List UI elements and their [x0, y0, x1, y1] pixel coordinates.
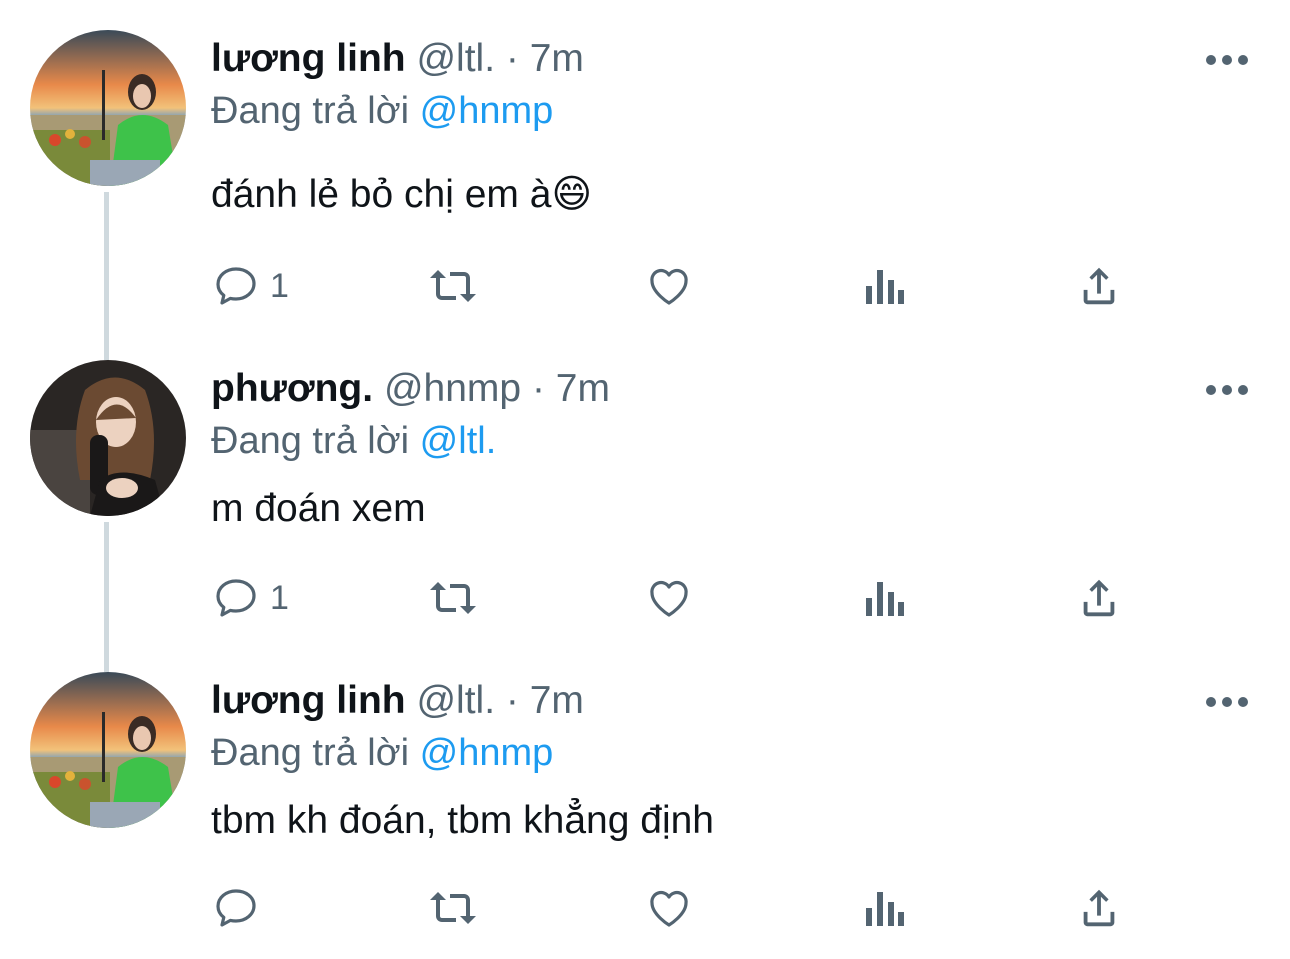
tweet[interactable]: lương linh @ltl. · 7m Đang trả lời @hnmp…	[0, 672, 1290, 959]
retweet-button[interactable]	[426, 568, 480, 628]
share-button[interactable]	[1076, 256, 1122, 316]
tweet-text: đánh lẻ bỏ chị em à😄	[211, 173, 593, 216]
comment-icon	[216, 267, 256, 305]
mention-link[interactable]: @ltl.	[420, 420, 497, 462]
views-button[interactable]	[862, 256, 906, 316]
bar-chart-icon	[866, 892, 904, 926]
heart-icon	[650, 268, 688, 305]
share-icon	[1083, 889, 1115, 927]
retweet-icon	[430, 892, 476, 924]
heart-icon	[650, 890, 688, 927]
views-button[interactable]	[862, 878, 906, 938]
retweet-icon	[430, 582, 476, 614]
share-button[interactable]	[1076, 878, 1122, 938]
comment-icon	[216, 889, 256, 927]
share-icon	[1083, 579, 1115, 617]
like-button[interactable]	[644, 568, 694, 628]
avatar[interactable]	[30, 30, 186, 186]
timestamp[interactable]: 7m	[530, 37, 584, 80]
reply-button[interactable]: 1	[212, 568, 289, 628]
handle[interactable]: @hnmp	[384, 367, 521, 410]
avatar[interactable]	[30, 360, 186, 516]
comment-icon	[216, 579, 256, 617]
replying-to: Đang trả lời @ltl.	[211, 418, 496, 464]
like-button[interactable]	[644, 256, 694, 316]
action-bar	[0, 878, 1290, 938]
mention-link[interactable]: @hnmp	[420, 90, 554, 132]
views-button[interactable]	[862, 568, 906, 628]
tweet-header: lương linh @ltl. · 7m	[211, 36, 584, 82]
like-button[interactable]	[644, 878, 694, 938]
handle[interactable]: @ltl.	[416, 37, 495, 80]
separator: ·	[505, 679, 519, 722]
separator: ·	[531, 367, 545, 410]
replying-to-label: Đang trả lời	[211, 732, 410, 774]
retweet-button[interactable]	[426, 878, 480, 938]
replying-to-label: Đang trả lời	[211, 90, 410, 132]
action-bar: 1	[0, 568, 1290, 628]
heart-icon	[650, 580, 688, 617]
display-name[interactable]: lương linh	[211, 37, 406, 80]
more-icon[interactable]	[1206, 380, 1248, 400]
avatar[interactable]	[30, 672, 186, 828]
action-bar: 1	[0, 256, 1290, 316]
reply-count: 1	[270, 266, 289, 305]
retweet-button[interactable]	[426, 256, 480, 316]
display-name[interactable]: phương.	[211, 367, 373, 410]
display-name[interactable]: lương linh	[211, 679, 406, 722]
timestamp[interactable]: 7m	[530, 679, 584, 722]
more-icon[interactable]	[1206, 692, 1248, 712]
replying-to-label: Đang trả lời	[211, 420, 410, 462]
reply-button[interactable]	[212, 878, 270, 938]
tweet[interactable]: lương linh @ltl. · 7m Đang trả lời @hnmp…	[0, 30, 1290, 330]
more-icon[interactable]	[1206, 50, 1248, 70]
separator: ·	[505, 37, 519, 80]
tweet-text: tbm kh đoán, tbm khẳng định	[211, 799, 714, 842]
replying-to: Đang trả lời @hnmp	[211, 730, 553, 776]
bar-chart-icon	[866, 582, 904, 616]
share-button[interactable]	[1076, 568, 1122, 628]
mention-link[interactable]: @hnmp	[420, 732, 554, 774]
timestamp[interactable]: 7m	[556, 367, 610, 410]
handle[interactable]: @ltl.	[416, 679, 495, 722]
reply-button[interactable]: 1	[212, 256, 289, 316]
tweet[interactable]: phương. @hnmp · 7m Đang trả lời @ltl. m …	[0, 360, 1290, 660]
tweet-header: lương linh @ltl. · 7m	[211, 678, 584, 724]
bar-chart-icon	[866, 270, 904, 304]
tweet-header: phương. @hnmp · 7m	[211, 366, 610, 412]
reply-count: 1	[270, 578, 289, 617]
share-icon	[1083, 267, 1115, 305]
replying-to: Đang trả lời @hnmp	[211, 88, 553, 134]
retweet-icon	[430, 270, 476, 302]
tweet-text: m đoán xem	[211, 487, 426, 530]
